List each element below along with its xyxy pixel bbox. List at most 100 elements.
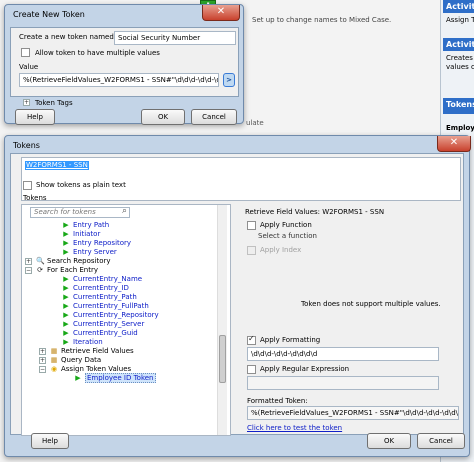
close-icon[interactable]: ✕ xyxy=(202,5,240,21)
tokens-help-button[interactable]: Help xyxy=(31,433,69,449)
assign-token-icon: ◉ xyxy=(50,365,58,373)
create-cancel-button[interactable]: Cancel xyxy=(191,109,237,125)
insert-token-button[interactable]: > xyxy=(223,73,235,87)
token-tree-scrollbar[interactable] xyxy=(217,205,227,435)
collapse-icon[interactable]: − xyxy=(39,366,46,373)
tree-item-label: Employee ID Token xyxy=(85,373,156,383)
tokens-header[interactable]: Tokens xyxy=(443,98,474,114)
tree-item[interactable]: ▦ Retrieve Field Values xyxy=(50,347,134,356)
token-detail-pane: Retrieve Field Values: W2FORMS1 - SSN Ap… xyxy=(243,204,461,434)
activity-folder-icon: ▦ xyxy=(50,347,58,355)
token-triangle-icon: ▶ xyxy=(63,311,69,319)
tree-item-label: Query Data xyxy=(61,356,102,364)
token-tags-label[interactable]: Token Tags xyxy=(35,99,73,107)
value-label: Value xyxy=(19,63,39,71)
apply-formatting-checkbox[interactable] xyxy=(247,334,256,345)
token-tags-expand-icon[interactable]: + xyxy=(23,99,30,106)
formatted-token-label: Formatted Token: xyxy=(247,397,308,405)
tree-item-label: Search Repository xyxy=(47,257,111,265)
token-editor[interactable]: W2FORMS1 - SSN xyxy=(21,157,461,201)
formatted-token-value: %(RetrieveFieldValues_W2FORMS1 - SSN#"\d… xyxy=(247,406,459,420)
token-triangle-icon: ▶ xyxy=(63,230,69,238)
tree-item[interactable]: ▶ CurrentEntry_Repository xyxy=(62,311,158,320)
allow-multiple-values-label: Allow token to have multiple values xyxy=(35,49,160,57)
tokens-list-label: Tokens xyxy=(23,194,47,202)
create-dialog-body: Create a new token named: Social Securit… xyxy=(10,27,239,97)
allow-multiple-values-checkbox[interactable] xyxy=(21,48,30,57)
multiple-values-note: Token does not support multiple values. xyxy=(301,300,441,308)
tree-item[interactable]: ▶ CurrentEntry_Name xyxy=(62,275,142,284)
select-function-label: Select a function xyxy=(258,232,317,240)
token-triangle-icon: ▶ xyxy=(63,284,69,292)
create-ok-button[interactable]: OK xyxy=(141,109,185,125)
tokens-ok-button[interactable]: OK xyxy=(367,433,411,449)
tree-item[interactable]: ▶ CurrentEntry_Server xyxy=(62,320,144,329)
tree-item-label: Initiator xyxy=(73,230,101,238)
tree-item[interactable]: ▦ Query Data xyxy=(50,356,102,365)
background-calculate-text: ulate xyxy=(246,119,264,127)
token-triangle-icon: ▶ xyxy=(75,374,81,382)
tree-item[interactable]: ▶ Entry Server xyxy=(62,248,117,257)
token-triangle-icon: ▶ xyxy=(63,239,69,247)
tokens-dialog-title: Tokens xyxy=(13,141,40,150)
apply-function-label: Apply Function xyxy=(260,221,312,229)
token-triangle-icon: ▶ xyxy=(63,329,69,337)
expand-icon[interactable]: + xyxy=(39,348,46,355)
token-triangle-icon: ▶ xyxy=(63,275,69,283)
activity-folder-icon: ▦ xyxy=(50,356,58,364)
tree-item[interactable]: ▶ Iteration xyxy=(62,338,102,347)
create-help-button[interactable]: Help xyxy=(15,109,55,125)
apply-function-checkbox[interactable] xyxy=(247,221,256,230)
tree-item[interactable]: ▶ CurrentEntry_Guid xyxy=(62,329,138,338)
tree-item-label: CurrentEntry_Server xyxy=(73,320,145,328)
tree-item-label: CurrentEntry_FullPath xyxy=(73,302,149,310)
tree-item[interactable]: ▶ Initiator xyxy=(62,230,100,239)
tree-item[interactable]: 🔍 Search Repository xyxy=(36,257,111,266)
tree-item[interactable]: ▶ Entry Path xyxy=(62,221,109,230)
apply-regex-label: Apply Regular Expression xyxy=(260,365,350,373)
apply-regex-checkbox[interactable] xyxy=(247,365,256,374)
tree-item[interactable]: ▶ CurrentEntry_Path xyxy=(62,293,137,302)
creates-text-2: values of xyxy=(446,63,474,71)
tree-item-label: Entry Repository xyxy=(73,239,132,247)
tree-item-label: CurrentEntry_Name xyxy=(73,275,143,283)
token-editor-text[interactable]: W2FORMS1 - SSN xyxy=(25,161,89,170)
tokens-cancel-button[interactable]: Cancel xyxy=(417,433,465,449)
token-search-input[interactable]: Search for tokens ⌕ xyxy=(30,206,130,218)
apply-index-label: Apply Index xyxy=(260,246,302,254)
expand-icon[interactable]: + xyxy=(25,258,32,265)
show-plain-text-checkbox[interactable] xyxy=(23,181,32,190)
activity-header-1[interactable]: Activity xyxy=(443,0,474,13)
assign-label: Assign T xyxy=(446,16,474,24)
tree-item[interactable]: ▶ CurrentEntry_ID xyxy=(62,284,129,293)
apply-index-checkbox[interactable] xyxy=(247,246,256,255)
token-search-placeholder: Search for tokens xyxy=(34,208,96,216)
background-hint-text: Set up to change names to Mixed Case. xyxy=(252,16,392,24)
search-icon: ⌕ xyxy=(121,206,127,216)
tree-item-label: CurrentEntry_ID xyxy=(73,284,129,292)
token-tree-scroll-thumb[interactable] xyxy=(219,335,226,383)
tree-item-label: CurrentEntry_Guid xyxy=(73,329,138,337)
collapse-icon[interactable]: − xyxy=(25,267,32,274)
token-value-input[interactable]: %(RetrieveFieldValues_W2FORMS1 - SSN#"\d… xyxy=(19,73,219,87)
test-token-link[interactable]: Click here to test the token xyxy=(247,424,342,432)
create-dialog-title: Create New Token xyxy=(13,10,85,19)
expand-icon[interactable]: + xyxy=(39,357,46,364)
tree-item[interactable]: ▶ Employee ID Token xyxy=(74,373,156,383)
token-triangle-icon: ▶ xyxy=(63,338,69,346)
token-triangle-icon: ▶ xyxy=(63,320,69,328)
activity-header-2[interactable]: Activity xyxy=(443,38,474,51)
tree-item[interactable]: ▶ Entry Repository xyxy=(62,239,131,248)
formatting-input[interactable]: \d\d\d-\d\d-\d\d\d\d xyxy=(247,347,439,361)
token-triangle-icon: ▶ xyxy=(63,248,69,256)
create-dialog-titlebar[interactable]: Create New Token ✕ xyxy=(5,5,243,27)
search-repository-icon: 🔍 xyxy=(36,257,45,265)
tree-item-label: For Each Entry xyxy=(47,266,99,274)
tree-item[interactable]: ▶ CurrentEntry_FullPath xyxy=(62,302,149,311)
token-name-input[interactable]: Social Security Number xyxy=(114,31,236,45)
tree-item[interactable]: ⟳ For Each Entry xyxy=(36,266,98,275)
token-tree[interactable]: Search for tokens ⌕ ▶ Entry Path ▶ Initiato… xyxy=(21,204,231,436)
close-icon[interactable]: ✕ xyxy=(437,136,471,152)
regex-input[interactable] xyxy=(247,376,439,390)
tree-item-label: CurrentEntry_Path xyxy=(73,293,137,301)
